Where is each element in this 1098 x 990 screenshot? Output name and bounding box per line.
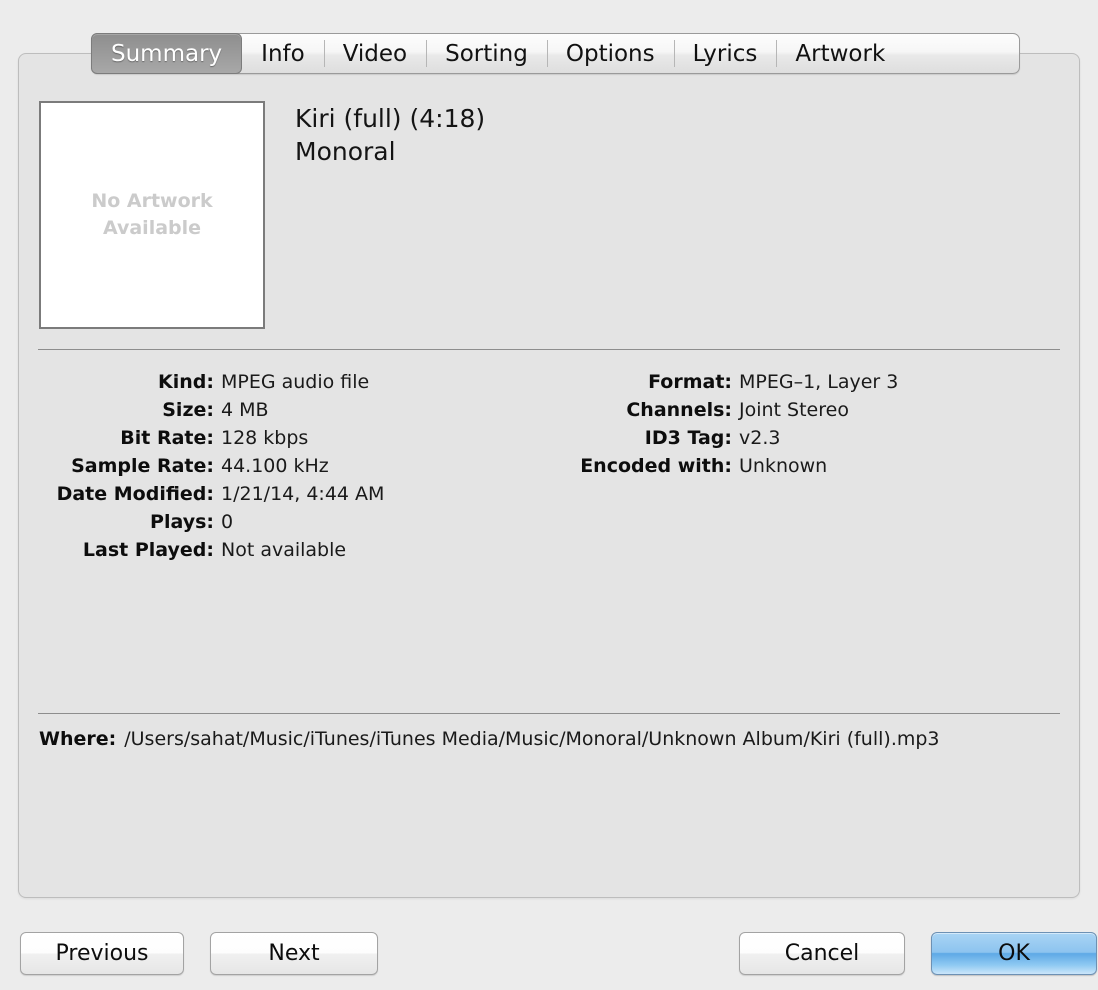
tab-bar: Summary Info Video Sorting Options Lyrics Artw…: [91, 33, 1020, 74]
detail-value: Not available: [221, 539, 347, 561]
detail-label: Channels:: [626, 399, 732, 421]
detail-label: Size:: [162, 399, 214, 421]
tab-options[interactable]: Options: [546, 34, 674, 73]
artwork-placeholder-line1: No Artwork: [91, 190, 213, 213]
detail-row: Encoded with: Unknown: [539, 452, 1059, 480]
summary-panel: No Artwork Available Kiri (full) (4:18) …: [18, 53, 1080, 898]
detail-value: Joint Stereo: [739, 399, 849, 421]
detail-label: ID3 Tag:: [644, 427, 732, 449]
detail-row: Format: MPEG–1, Layer 3: [539, 368, 1059, 396]
detail-row: Size: 4 MB: [19, 396, 539, 424]
detail-value: MPEG–1, Layer 3: [739, 371, 899, 393]
track-title-block: Kiri (full) (4:18) Monoral: [295, 103, 485, 168]
detail-row: Channels: Joint Stereo: [539, 396, 1059, 424]
tab-sorting[interactable]: Sorting: [426, 34, 547, 73]
details-column-left: Kind: MPEG audio file Size: 4 MB Bit Rate: 12…: [19, 368, 539, 564]
cancel-button[interactable]: Cancel: [739, 932, 905, 975]
previous-button[interactable]: Previous: [20, 932, 184, 975]
detail-label: Plays:: [150, 511, 214, 533]
detail-label: Sample Rate:: [71, 455, 214, 477]
detail-row: Last Played: Not available: [19, 536, 539, 564]
detail-value: v2.3: [739, 427, 781, 449]
detail-row: Plays: 0: [19, 508, 539, 536]
detail-value: MPEG audio file: [221, 371, 370, 393]
detail-row: ID3 Tag: v2.3: [539, 424, 1059, 452]
detail-label: Kind:: [158, 371, 214, 393]
where-section: Where: /Users/sahat/Music/iTunes/iTunes …: [39, 726, 1037, 752]
where-divider: [38, 713, 1060, 714]
detail-label: Encoded with:: [580, 455, 732, 477]
detail-label: Last Played:: [82, 539, 214, 561]
detail-row: Bit Rate: 128 kbps: [19, 424, 539, 452]
detail-value: Unknown: [739, 455, 828, 477]
artwork-well[interactable]: No Artwork Available: [39, 101, 265, 329]
track-header: No Artwork Available Kiri (full) (4:18) …: [39, 101, 1059, 333]
tab-artwork[interactable]: Artwork: [776, 34, 904, 73]
detail-value: 128 kbps: [221, 427, 309, 449]
details-column-right: Format: MPEG–1, Layer 3 Channels: Joint Ste…: [539, 368, 1059, 480]
ok-button[interactable]: OK: [931, 932, 1097, 975]
detail-value: 0: [221, 511, 234, 533]
artwork-placeholder-line2: Available: [102, 217, 202, 239]
detail-row: Sample Rate: 44.100 kHz: [19, 452, 539, 480]
detail-row: Kind: MPEG audio file: [19, 368, 539, 396]
detail-label: Bit Rate:: [120, 427, 214, 449]
detail-value: 1/21/14, 4:44 AM: [221, 483, 385, 505]
where-label: Where:: [39, 728, 117, 750]
detail-label: Format:: [648, 371, 732, 393]
tab-video[interactable]: Video: [323, 34, 426, 73]
detail-row: Date Modified: 1/21/14, 4:44 AM: [19, 480, 539, 508]
tab-summary[interactable]: Summary: [91, 33, 243, 74]
details-divider: [38, 349, 1060, 350]
detail-value: 44.100 kHz: [221, 455, 329, 477]
where-path-value: /Users/sahat/Music/iTunes/iTunes Media/M…: [124, 728, 940, 750]
artwork-placeholder-text: No Artwork Available: [91, 188, 212, 242]
detail-value: 4 MB: [221, 399, 269, 421]
track-artist: Monoral: [295, 136, 396, 166]
details-grid: Kind: MPEG audio file Size: 4 MB Bit Rate: 12…: [19, 368, 1079, 568]
detail-label: Date Modified:: [56, 483, 214, 505]
next-button[interactable]: Next: [210, 932, 378, 975]
tab-lyrics[interactable]: Lyrics: [673, 34, 777, 73]
dialog-button-bar: Previous Next Cancel OK: [0, 932, 1098, 980]
track-title: Kiri (full) (4:18): [295, 104, 486, 133]
tab-info[interactable]: Info: [242, 34, 324, 73]
